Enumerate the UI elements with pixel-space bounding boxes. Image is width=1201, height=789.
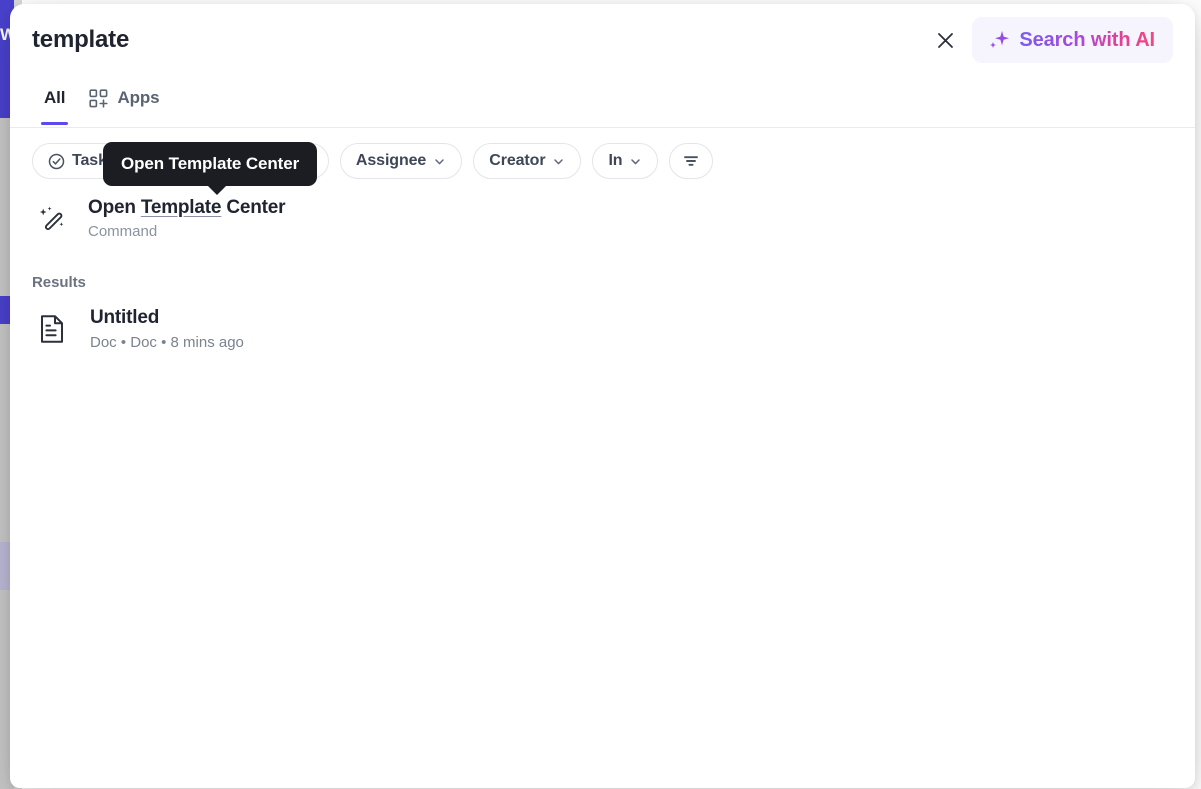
tab-apps[interactable]: Apps [77,76,171,120]
chevron-down-icon [433,155,446,168]
command-subtitle: Command [88,223,158,240]
command-title-suffix: Center [221,197,286,218]
tooltip: Open Template Center [103,142,318,195]
sparkle-icon [988,29,1010,51]
filter-pill-task-label: Task [72,152,107,169]
search-overlay-screen: W template Search with AI All Apps Task … [0,0,1201,789]
filter-pill-creator[interactable]: Creator [473,143,582,179]
search-modal: Search with AI All Apps [10,4,1195,788]
result-meta: Doc • Doc • 8 mins ago [90,334,244,351]
result-item-untitled[interactable]: Untitled Doc • Doc • 8 mins ago [10,295,1195,363]
search-with-ai-label: Search with AI [1019,28,1155,51]
result-title: Untitled [90,307,160,328]
tab-bar: All Apps [10,76,1195,128]
document-icon [32,309,72,349]
command-title-prefix: Open [88,197,141,218]
filter-pill-creator-label: Creator [489,152,546,169]
tab-apps-label: Apps [117,88,160,107]
search-header: Search with AI [10,4,1195,76]
close-icon [936,31,955,50]
command-title: Open Template Center [88,197,286,219]
filter-icon [682,152,700,170]
search-input[interactable] [32,20,929,60]
filter-pill-assignee[interactable]: Assignee [339,143,463,179]
filter-pill-assignee-label: Assignee [355,152,427,169]
tab-all[interactable]: All [32,76,77,125]
chevron-down-icon [629,155,642,168]
circle-check-icon [48,153,65,170]
command-result-open-template-center[interactable]: Open Template Center Command [10,185,1195,252]
command-title-highlight: Template [140,197,222,218]
grid-plus-icon [89,88,109,108]
filter-options-button[interactable] [669,143,714,179]
magic-wand-icon [32,199,72,239]
tab-all-label: All [44,88,66,107]
close-button[interactable] [928,23,962,57]
filter-pill-in[interactable]: In [592,143,659,179]
search-with-ai-button[interactable]: Search with AI [972,17,1173,63]
results-section-label: Results [32,274,86,291]
filter-pill-in-label: In [608,152,623,169]
chevron-down-icon [552,155,565,168]
